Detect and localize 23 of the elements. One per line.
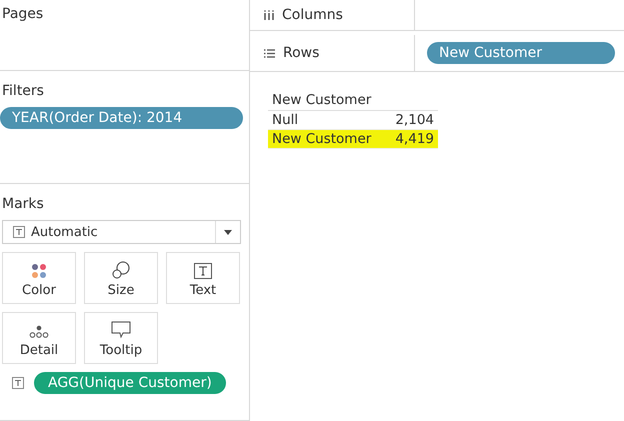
rows-shelf-title: Rows — [283, 45, 320, 61]
mark-type-dropdown[interactable]: Automatic — [2, 220, 241, 244]
color-dots-icon — [31, 263, 47, 279]
filters-title: Filters — [1, 83, 44, 99]
text-mark-icon — [13, 226, 25, 238]
speech-bubble-icon — [111, 321, 131, 339]
column-header: New Customer — [268, 90, 438, 111]
marks-card-button[interactable]: Detail — [2, 312, 76, 364]
pages-title: Pages — [1, 6, 44, 22]
size-circles-icon — [112, 261, 130, 279]
marks-card-button[interactable]: Text — [166, 252, 240, 304]
row-label-cell: New Customer — [268, 130, 384, 149]
marks-title: Marks — [1, 196, 44, 212]
marks-card-button[interactable]: Size — [84, 252, 158, 304]
marks-card-button[interactable]: Tooltip — [84, 312, 158, 364]
rows-icon — [264, 48, 275, 58]
columns-icon — [264, 10, 274, 20]
text-mark-icon — [12, 377, 24, 389]
value-cell: 4,419 — [383, 130, 438, 149]
marks-card-button[interactable]: Color — [2, 252, 76, 304]
detail-dots-icon — [29, 325, 49, 339]
text-box-icon — [194, 263, 212, 279]
columns-shelf-title: Columns — [282, 7, 343, 23]
